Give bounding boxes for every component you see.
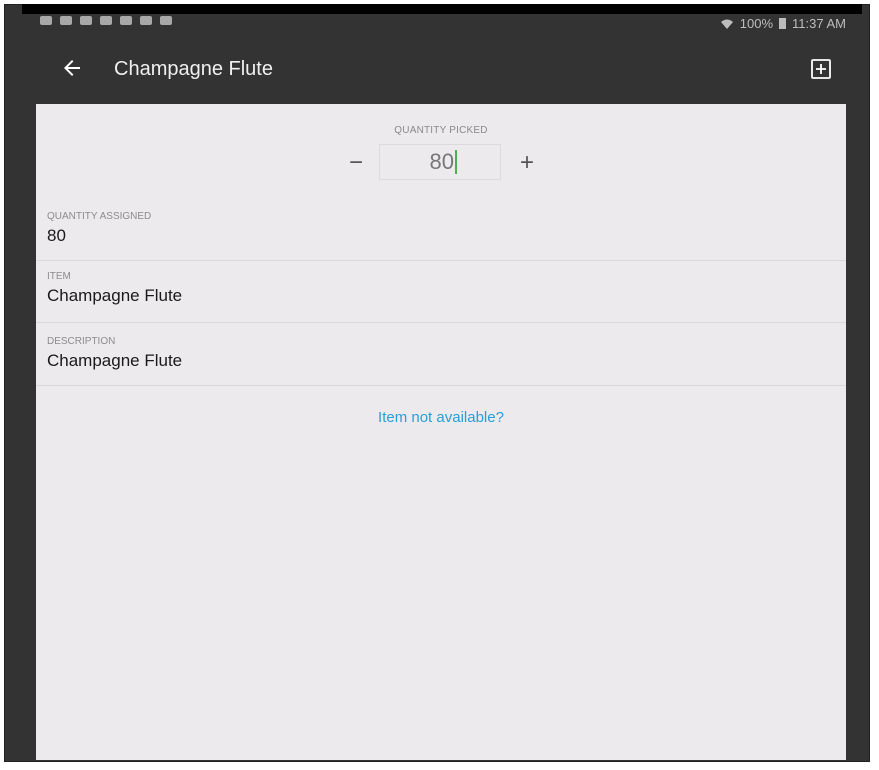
field-label: ITEM — [47, 271, 71, 282]
quantity-picked-label: QUANTITY PICKED — [394, 125, 488, 136]
notification-icon — [100, 16, 112, 25]
quantity-picked-input[interactable] — [379, 144, 501, 180]
back-arrow-icon[interactable] — [60, 56, 84, 80]
notification-icon — [80, 16, 92, 25]
text-caret — [455, 150, 457, 174]
item-not-available-link[interactable]: Item not available? — [36, 409, 846, 426]
app-bar: Champagne Flute — [36, 36, 846, 104]
field-label: QUANTITY ASSIGNED — [47, 211, 152, 222]
description-field: DESCRIPTION Champagne Flute — [36, 336, 846, 371]
field-value: 80 — [47, 226, 66, 245]
page-title: Champagne Flute — [114, 58, 273, 80]
status-right: 100% 11:37 AM — [720, 16, 846, 31]
decrement-button[interactable]: − — [341, 148, 371, 178]
field-value: Champagne Flute — [47, 351, 183, 370]
field-label: DESCRIPTION — [47, 336, 116, 347]
notification-icon — [160, 16, 172, 25]
notification-icon — [40, 16, 52, 25]
divider — [36, 385, 846, 386]
notification-icons — [40, 16, 172, 25]
battery-text: 100% — [739, 16, 774, 31]
field-value: Champagne Flute — [47, 286, 183, 305]
item-field: ITEM Champagne Flute — [36, 271, 846, 306]
add-note-icon[interactable] — [810, 58, 832, 80]
notification-icon — [140, 16, 152, 25]
battery-icon — [779, 18, 787, 29]
divider — [36, 260, 846, 261]
notification-icon — [60, 16, 72, 25]
quantity-assigned-field: QUANTITY ASSIGNED 80 — [36, 211, 846, 246]
device-top-edge — [22, 4, 862, 14]
increment-button[interactable]: + — [512, 148, 542, 178]
clock-text: 11:37 AM — [792, 16, 846, 31]
divider — [36, 322, 846, 323]
wifi-icon — [720, 19, 733, 29]
notification-icon — [120, 16, 132, 25]
content-area: QUANTITY PICKED − + QUANTITY ASSIGNED 80… — [36, 104, 846, 760]
status-bar: 100% 11:37 AM — [36, 14, 846, 36]
